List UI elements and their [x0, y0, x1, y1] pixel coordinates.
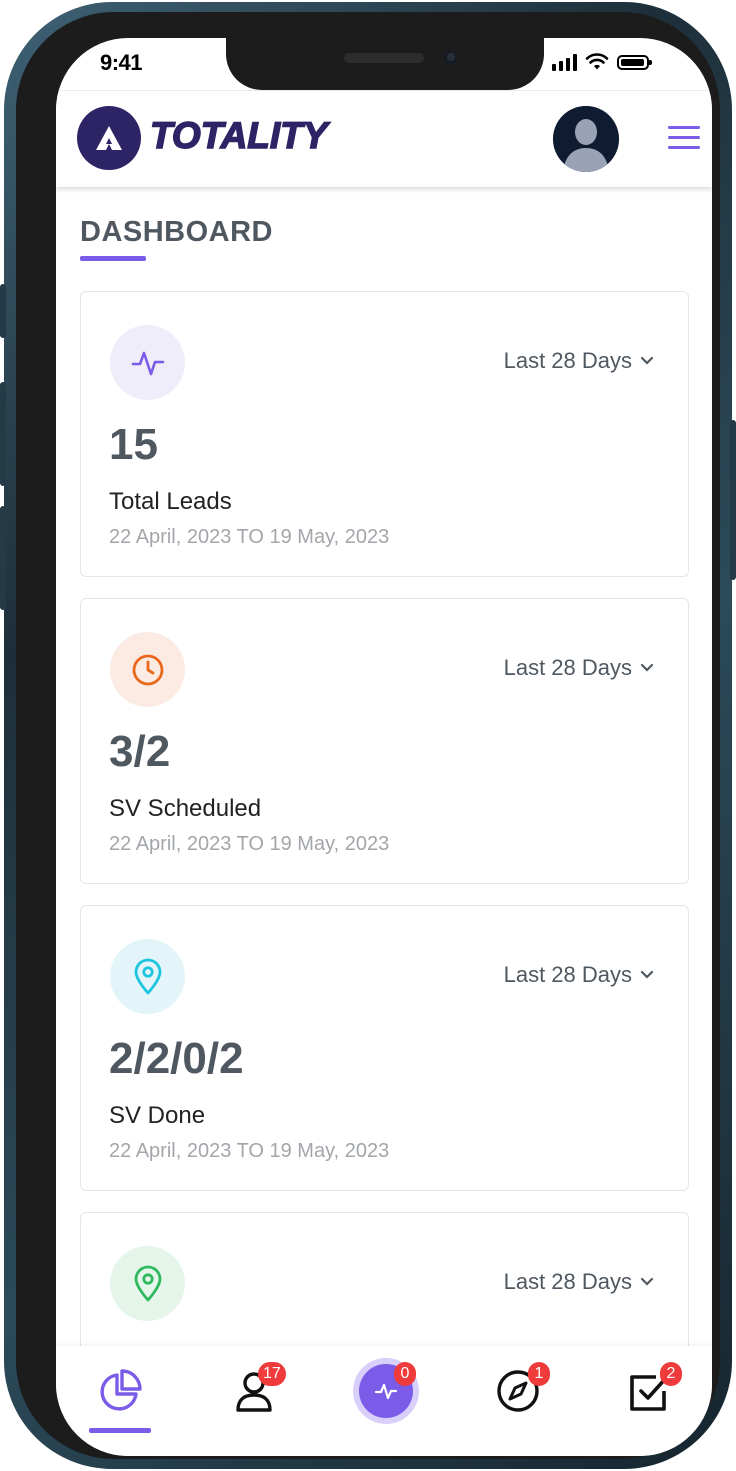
- stat-card-total-leads: Last 28 Days 15 Total Leads 22 April, 20…: [80, 291, 689, 577]
- activity-icon: [110, 325, 185, 400]
- phone-bezel: 9:41 TOTALITY DASHBOARD Last 28 Days 15 …: [16, 12, 720, 1459]
- nav-item-explore[interactable]: 1: [468, 1346, 568, 1436]
- nav-item-tasks[interactable]: 2: [600, 1346, 700, 1436]
- chevron-down-icon: [640, 1277, 654, 1286]
- side-button: [0, 382, 6, 486]
- side-button: [0, 284, 6, 338]
- nav-item-leads[interactable]: 17: [204, 1346, 304, 1436]
- cellular-signal-icon: [552, 53, 577, 71]
- activity-icon: [374, 1383, 398, 1400]
- chevron-down-icon: [640, 970, 654, 979]
- stat-date-range: 22 April, 2023 TO 19 May, 2023: [109, 526, 390, 548]
- nav-item-activity[interactable]: 0: [336, 1346, 436, 1436]
- clock-icon: [110, 632, 185, 707]
- date-range-label: Last 28 Days: [503, 348, 632, 373]
- map-pin-icon: [110, 1246, 185, 1321]
- status-icons: [552, 52, 652, 72]
- chevron-down-icon: [640, 663, 654, 672]
- date-range-dropdown[interactable]: Last 28 Days: [504, 962, 654, 988]
- pie-chart-icon: [100, 1369, 142, 1411]
- nav-badge: 1: [528, 1362, 550, 1386]
- bottom-nav: 17 0 1 2: [56, 1346, 712, 1456]
- active-tab-indicator: [89, 1428, 151, 1433]
- date-range-dropdown[interactable]: Last 28 Days: [504, 348, 654, 374]
- stat-date-range: 22 April, 2023 TO 19 May, 2023: [109, 833, 390, 855]
- camera: [444, 50, 458, 64]
- date-range-dropdown[interactable]: Last 28 Days: [504, 1269, 654, 1295]
- map-pin-icon: [110, 939, 185, 1014]
- nav-badge: 2: [660, 1362, 682, 1386]
- stat-value: 15: [109, 420, 158, 469]
- status-time: 9:41: [100, 50, 143, 75]
- stat-label: SV Done: [109, 1102, 206, 1129]
- chevron-down-icon: [640, 356, 654, 365]
- page-title: DASHBOARD: [80, 216, 273, 248]
- stat-date-range: 22 April, 2023 TO 19 May, 2023: [109, 1140, 390, 1162]
- date-range-label: Last 28 Days: [503, 655, 632, 680]
- screen: 9:41 TOTALITY DASHBOARD Last 28 Days 15 …: [56, 38, 712, 1456]
- stat-card-sv-done: Last 28 Days 2/2/0/2 SV Done 22 April, 2…: [80, 905, 689, 1191]
- date-range-label: Last 28 Days: [503, 1269, 632, 1294]
- nav-item-dashboard[interactable]: [70, 1346, 170, 1436]
- date-range-label: Last 28 Days: [503, 962, 632, 987]
- app-header: TOTALITY: [56, 90, 712, 187]
- nav-badge: 17: [258, 1362, 286, 1386]
- title-underline: [80, 256, 146, 261]
- notch: [226, 38, 544, 90]
- avatar[interactable]: [553, 106, 619, 172]
- speaker: [344, 53, 424, 63]
- dashboard-content[interactable]: DASHBOARD Last 28 Days 15 Total Leads 22…: [56, 186, 712, 1346]
- user-silhouette-icon: [553, 106, 619, 172]
- stat-label: SV Scheduled: [109, 795, 262, 822]
- wifi-icon: [585, 53, 609, 70]
- side-button: [730, 420, 736, 580]
- logo-text: TOTALITY: [149, 114, 328, 157]
- nav-badge: 0: [394, 1362, 416, 1386]
- battery-icon: [617, 54, 652, 70]
- stat-value: 3/2: [109, 727, 171, 776]
- date-range-dropdown[interactable]: Last 28 Days: [504, 655, 654, 681]
- stat-card-sv-scheduled: Last 28 Days 3/2 SV Scheduled 22 April, …: [80, 598, 689, 884]
- stat-card-site-visits: Last 28 Days: [80, 1212, 689, 1346]
- side-button: [0, 506, 6, 610]
- hamburger-menu-icon[interactable]: [668, 126, 700, 150]
- stat-value: 2/2/0/2: [109, 1034, 244, 1083]
- phone-frame: 9:41 TOTALITY DASHBOARD Last 28 Days 15 …: [0, 2, 736, 1469]
- stat-label: Total Leads: [109, 488, 232, 515]
- logo-icon: [77, 106, 141, 170]
